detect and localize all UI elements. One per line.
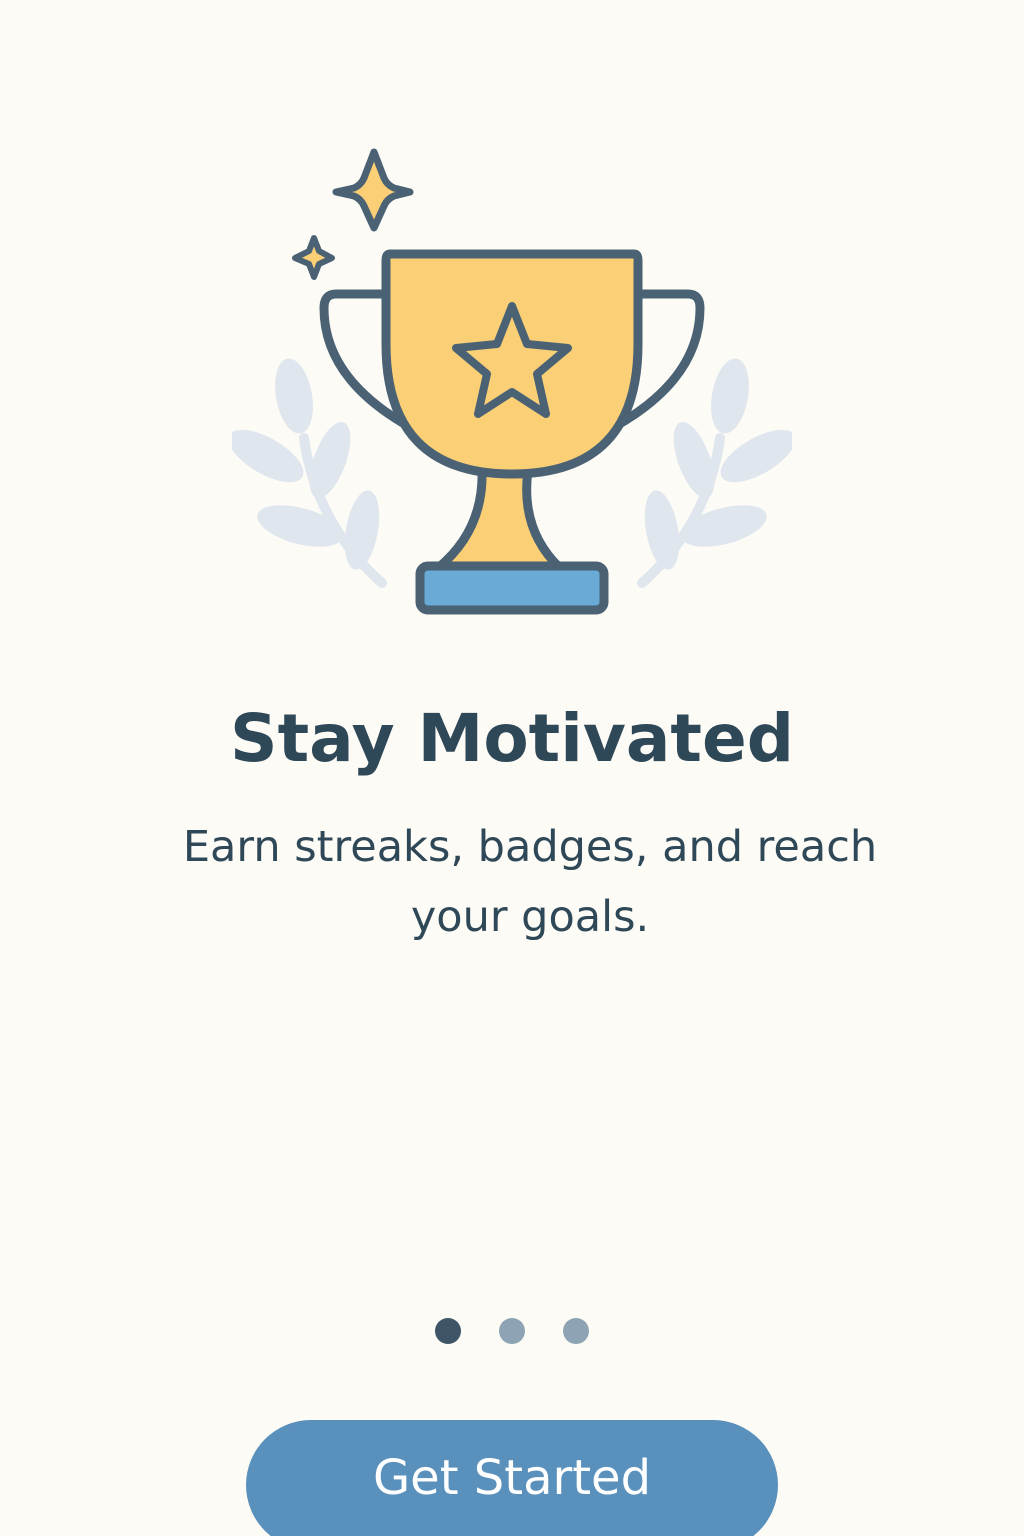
get-started-button[interactable]: Get Started — [246, 1420, 778, 1536]
page-dot-2[interactable] — [499, 1318, 525, 1344]
page-dot-3[interactable] — [563, 1318, 589, 1344]
onboarding-screen: Stay Motivated Earn streaks, badges, and… — [0, 0, 1024, 1536]
trophy-illustration — [232, 138, 792, 628]
trophy-base — [415, 561, 609, 615]
trophy-stem — [433, 465, 565, 573]
page-indicator — [0, 1318, 1024, 1346]
page-dot-1[interactable] — [435, 1318, 461, 1344]
page-title: Stay Motivated — [230, 700, 794, 777]
sparkle-large-icon — [332, 148, 414, 232]
sparkle-small-icon — [292, 235, 335, 280]
page-subtitle: Earn streaks, badges, and reach your goa… — [182, 822, 878, 942]
